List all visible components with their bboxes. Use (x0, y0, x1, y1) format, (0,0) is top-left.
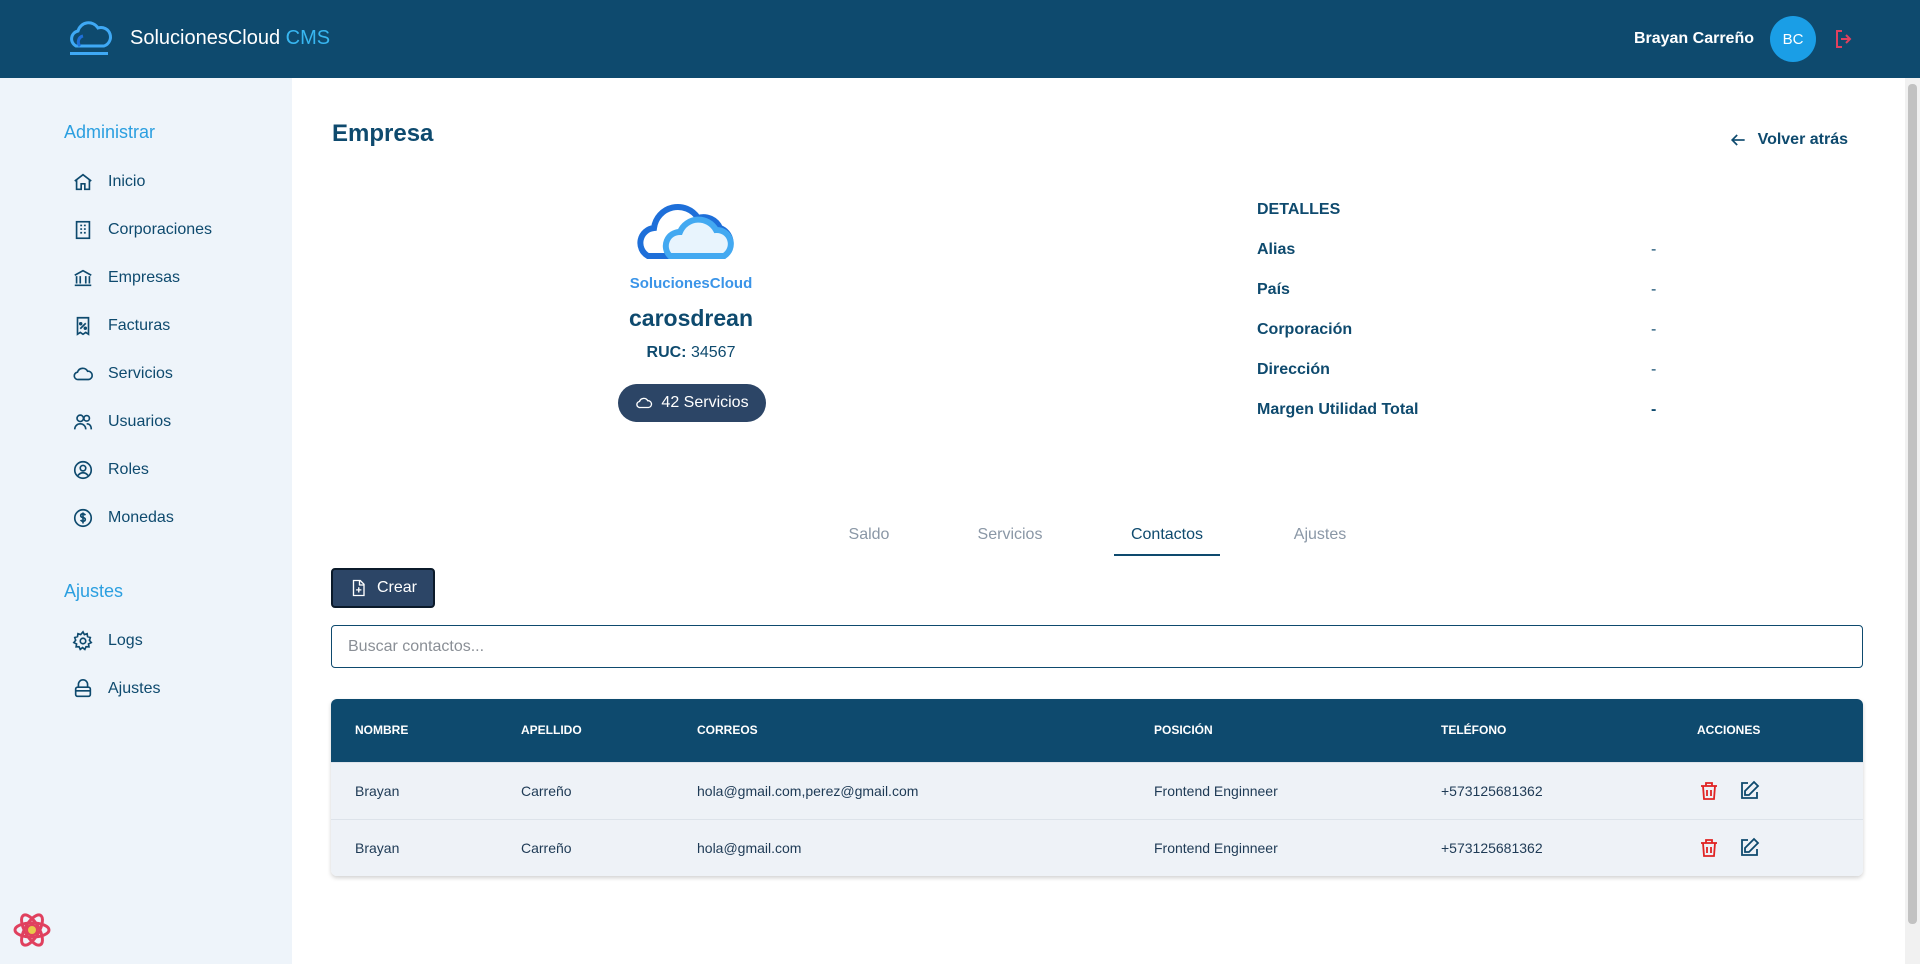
user-area: Brayan Carreño BC (1634, 16, 1856, 62)
sidebar-item-label: Usuarios (108, 413, 172, 430)
scrollbar-thumb[interactable] (1908, 84, 1917, 924)
cell-telefono: +573125681362 (1441, 783, 1543, 799)
search-contacts-input[interactable] (331, 625, 1863, 668)
sidebar-item-label: Logs (108, 632, 143, 649)
edit-icon[interactable] (1737, 779, 1761, 803)
column-header: APELLIDO (521, 723, 582, 737)
brand-title: SolucionesCloud CMS (130, 26, 331, 49)
arrow-left-icon (1730, 134, 1745, 146)
column-header: CORREOS (697, 723, 758, 737)
column-header: POSICIÓN (1154, 723, 1213, 737)
sidebar-item-label: Inicio (108, 173, 146, 190)
users-icon (73, 414, 93, 430)
back-button[interactable]: Volver atrás (1728, 130, 1848, 150)
sidebar-item-label: Roles (108, 461, 149, 478)
tab-servicios[interactable]: Servicios (969, 526, 1051, 556)
currency-icon (73, 508, 93, 528)
table-row: Brayan Carreño hola@gmail.com Frontend E… (331, 819, 1863, 876)
cell-posicion: Frontend Enginneer (1154, 783, 1278, 799)
tab-saldo[interactable]: Saldo (838, 526, 900, 556)
cell-posicion: Frontend Enginneer (1154, 840, 1278, 856)
sidebar-item-label: Facturas (108, 317, 171, 334)
tab-ajustes[interactable]: Ajustes (1287, 526, 1353, 556)
tab-contactos[interactable]: Contactos (1114, 526, 1220, 556)
create-contact-button[interactable]: Crear (331, 568, 435, 608)
cell-apellido: Carreño (521, 840, 572, 856)
cell-telefono: +573125681362 (1441, 840, 1543, 856)
sidebar-item-label: Servicios (108, 365, 173, 382)
create-button-label: Crear (376, 579, 417, 596)
sidebar-item-usuarios[interactable]: Usuarios (72, 408, 171, 436)
user-circle-icon (73, 460, 93, 480)
page-title: Empresa (332, 120, 434, 147)
sidebar-item-ajustes[interactable]: Ajustes (72, 675, 160, 703)
table-row: Brayan Carreño hola@gmail.com,perez@gmai… (331, 762, 1863, 819)
sidebar-item-logs[interactable]: Logs (72, 627, 143, 655)
sidebar-item-inicio[interactable]: Inicio (72, 168, 145, 196)
database-icon (74, 679, 92, 698)
sidebar-section-admin: Administrar (64, 122, 156, 142)
sidebar-item-label: Ajustes (108, 680, 161, 697)
cell-correos: hola@gmail.com (697, 840, 802, 856)
delete-icon[interactable] (1697, 836, 1721, 860)
sidebar-item-label: Monedas (108, 509, 174, 526)
user-name: Brayan Carreño (1633, 30, 1754, 47)
avatar[interactable]: BC (1770, 16, 1816, 62)
building-icon (75, 220, 91, 240)
delete-icon[interactable] (1697, 779, 1721, 803)
sidebar: Administrar Inicio Corporaciones Empresa… (0, 78, 292, 964)
company-logo-text: SolucionesCloud (630, 275, 753, 292)
column-header: NOMBRE (355, 723, 409, 737)
detail-row-corporacion: Corporación - (1257, 321, 1657, 338)
detail-row-margen: Margen Utilidad Total - (1257, 401, 1657, 418)
gear-icon (72, 630, 93, 651)
home-icon (74, 173, 92, 191)
detail-row-alias: Alias - (1257, 241, 1657, 258)
brand[interactable]: SolucionesCloud CMS (64, 16, 330, 60)
company-name: carosdrean (628, 305, 753, 331)
cell-correos: hola@gmail.com,perez@gmail.com (697, 783, 919, 799)
sidebar-item-corporaciones[interactable]: Corporaciones (72, 216, 212, 244)
services-count-label: 42 Servicios (661, 394, 749, 411)
sidebar-item-roles[interactable]: Roles (72, 456, 149, 484)
sidebar-item-servicios[interactable]: Servicios (72, 360, 173, 388)
sidebar-item-empresas[interactable]: Empresas (72, 264, 180, 292)
detail-row-pais: País - (1257, 281, 1657, 298)
cloud-icon (73, 367, 93, 381)
brand-logo-icon (70, 21, 112, 55)
detail-row-direccion: Dirección - (1257, 361, 1657, 378)
cloud-icon (636, 397, 653, 409)
file-plus-icon (352, 579, 365, 597)
sidebar-section-settings: Ajustes (64, 581, 124, 601)
bank-icon (74, 269, 92, 287)
sidebar-item-label: Corporaciones (108, 221, 213, 238)
column-header: ACCIONES (1697, 723, 1761, 737)
edit-icon[interactable] (1737, 836, 1761, 860)
sidebar-item-label: Empresas (108, 269, 181, 286)
back-button-label: Volver atrás (1757, 131, 1848, 148)
receipt-icon (76, 316, 90, 336)
sidebar-item-monedas[interactable]: Monedas (72, 504, 174, 532)
cell-nombre: Brayan (355, 840, 400, 856)
column-header: TELÉFONO (1441, 723, 1507, 737)
contacts-table: NOMBRE APELLIDO CORREOS POSICIÓN TELÉFON… (331, 699, 1863, 876)
company-logo-icon: SolucionesCloud (630, 203, 753, 292)
logout-icon[interactable] (1832, 27, 1856, 51)
top-bar: SolucionesCloud CMS Brayan Carreño BC (0, 0, 1920, 78)
react-devtools-icon[interactable] (12, 910, 52, 950)
details-heading: DETALLES (1257, 201, 1341, 218)
table-header: NOMBRE APELLIDO CORREOS POSICIÓN TELÉFON… (331, 699, 1863, 762)
cell-apellido: Carreño (521, 783, 572, 799)
services-count-button[interactable]: 42 Servicios (618, 384, 766, 422)
cell-nombre: Brayan (355, 783, 400, 799)
page-scrollbar[interactable] (1905, 78, 1920, 964)
sidebar-item-facturas[interactable]: Facturas (72, 312, 170, 340)
company-ruc: RUC: 34567 (646, 344, 736, 361)
